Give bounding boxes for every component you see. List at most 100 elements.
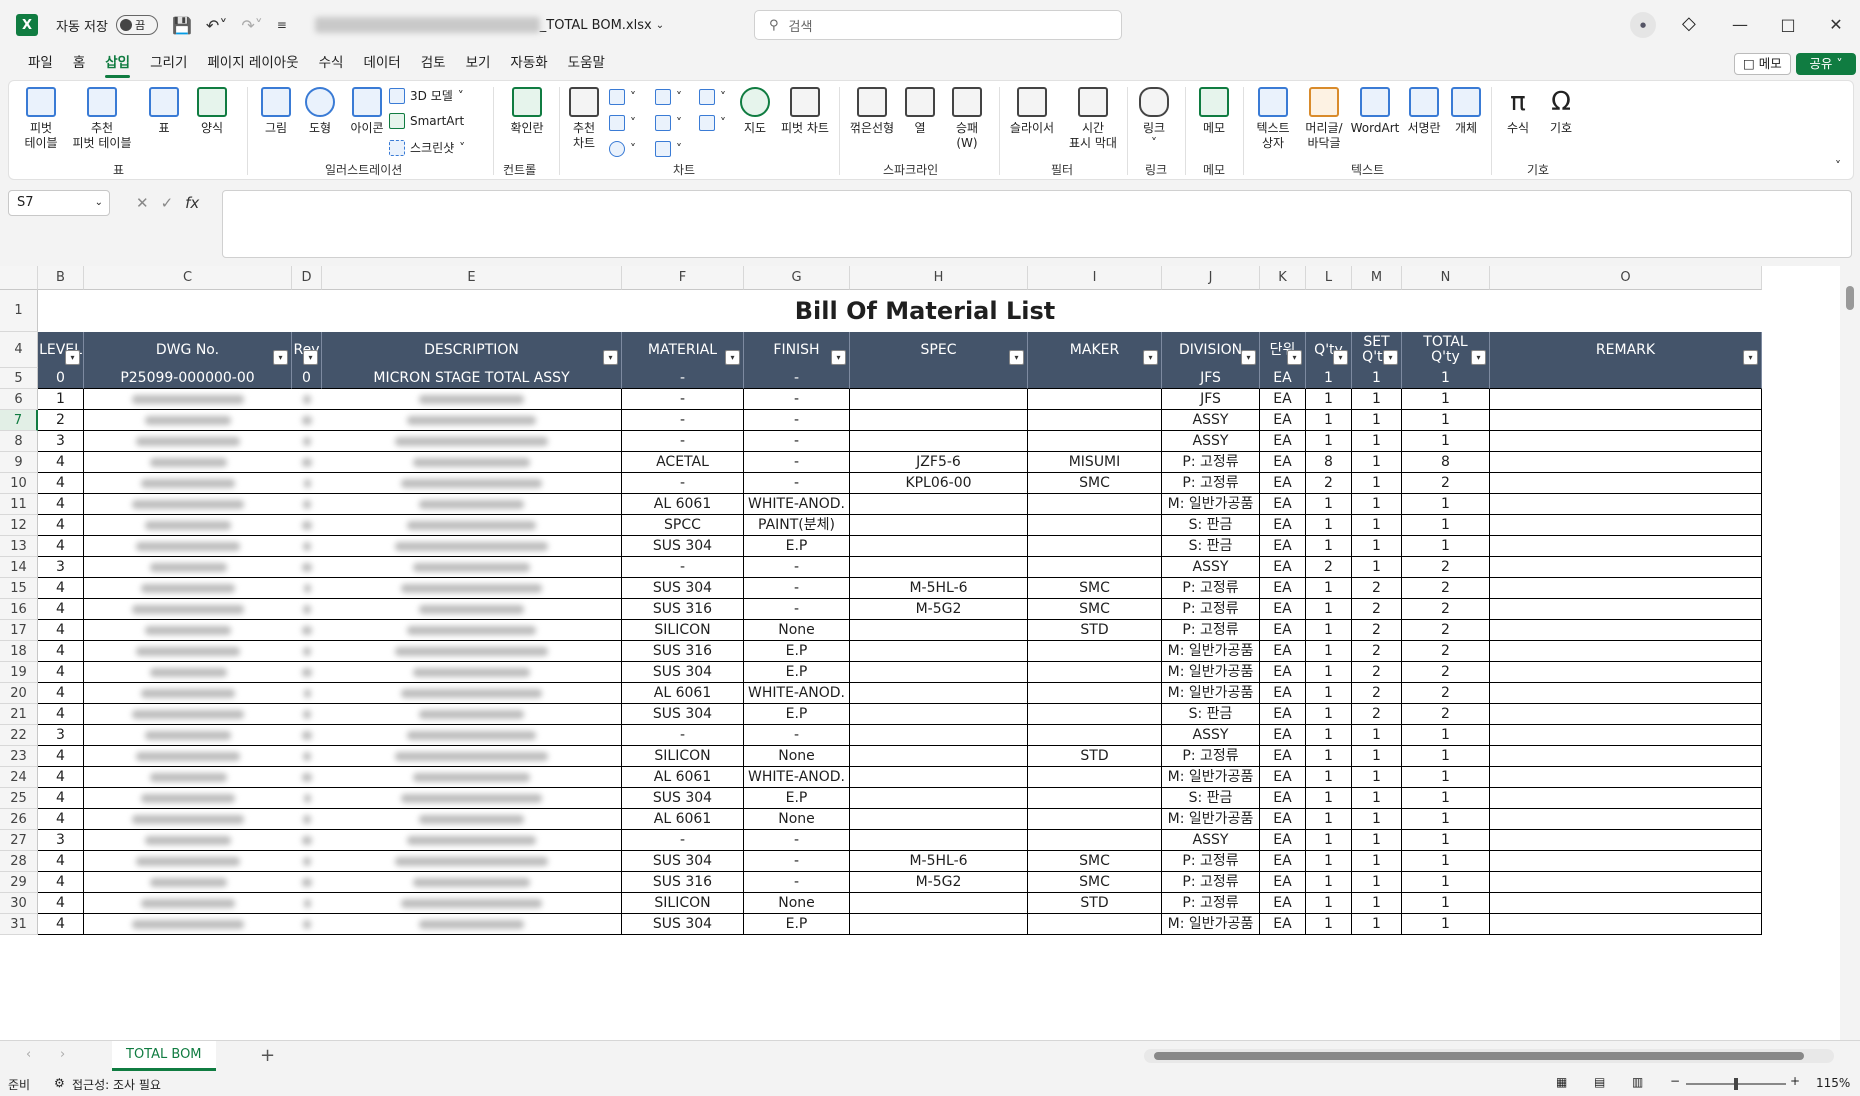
cell-maker[interactable] <box>1028 725 1162 746</box>
cell-level[interactable]: 4 <box>38 620 84 641</box>
cell-level[interactable]: 4 <box>38 746 84 767</box>
cell-spec[interactable] <box>850 830 1028 851</box>
column-header[interactable]: F <box>622 266 744 290</box>
cell-unit[interactable]: EA <box>1260 872 1306 893</box>
filter-dropdown-icon[interactable]: ▾ <box>65 350 80 365</box>
cell-total[interactable]: 1 <box>1402 515 1490 536</box>
cell-qty[interactable]: 1 <box>1306 368 1352 389</box>
cell-finish[interactable]: - <box>744 368 850 389</box>
combo-chart-button[interactable]: ˅ <box>699 115 726 131</box>
cell-spec[interactable] <box>850 809 1028 830</box>
cell-dwg[interactable] <box>84 830 292 851</box>
avatar[interactable]: ● <box>1630 12 1656 38</box>
cell-remark[interactable] <box>1490 599 1762 620</box>
cell-material[interactable]: SILICON <box>622 893 744 914</box>
cell-unit[interactable]: EA <box>1260 662 1306 683</box>
forms-button[interactable]: 양식 <box>191 87 233 136</box>
accessibility-status[interactable]: 접근성: 조사 필요 <box>72 1076 161 1093</box>
cell-spec[interactable]: JZF5-6 <box>850 452 1028 473</box>
cell-dwg[interactable] <box>84 872 292 893</box>
minimize-icon[interactable]: — <box>1716 15 1764 34</box>
cell-total[interactable]: 2 <box>1402 662 1490 683</box>
cell-maker[interactable] <box>1028 830 1162 851</box>
header-footer-button[interactable]: 머리글/ 바닥글 <box>1299 87 1349 151</box>
row-header[interactable]: 13 <box>0 536 38 557</box>
cell-material[interactable]: - <box>622 431 744 452</box>
cell-unit[interactable]: EA <box>1260 389 1306 410</box>
cell-unit[interactable]: EA <box>1260 557 1306 578</box>
cell-rev[interactable] <box>292 683 322 704</box>
cell-maker[interactable] <box>1028 704 1162 725</box>
cell-qty[interactable]: 1 <box>1306 893 1352 914</box>
row-header[interactable]: 6 <box>0 389 38 410</box>
cell-rev[interactable] <box>292 557 322 578</box>
cell-remark[interactable] <box>1490 410 1762 431</box>
cell-spec[interactable] <box>850 893 1028 914</box>
cell-set[interactable]: 1 <box>1352 515 1402 536</box>
filter-dropdown-icon[interactable]: ▾ <box>1743 350 1758 365</box>
cancel-icon[interactable]: ✕ <box>136 194 149 212</box>
cell-level[interactable]: 2 <box>38 410 84 431</box>
cell-division[interactable]: S: 판금 <box>1162 536 1260 557</box>
row-header[interactable]: 22 <box>0 725 38 746</box>
cell-division[interactable]: M: 일반가공품 <box>1162 809 1260 830</box>
cell-level[interactable]: 4 <box>38 536 84 557</box>
cell-desc[interactable] <box>322 767 622 788</box>
tab-page-layout[interactable]: 페이지 레이아웃 <box>197 50 308 78</box>
row-header[interactable]: 10 <box>0 473 38 494</box>
cell-rev[interactable] <box>292 788 322 809</box>
screenshot-button[interactable]: 스크린샷 ˅ <box>389 139 465 156</box>
cell-spec[interactable] <box>850 683 1028 704</box>
cell-total[interactable]: 1 <box>1402 767 1490 788</box>
cell-dwg[interactable] <box>84 431 292 452</box>
cell-dwg[interactable] <box>84 536 292 557</box>
symbol-button[interactable]: Ω 기호 <box>1541 87 1581 136</box>
cell-rev[interactable] <box>292 599 322 620</box>
cell-qty[interactable]: 1 <box>1306 410 1352 431</box>
cell-division[interactable]: P: 고정류 <box>1162 599 1260 620</box>
share-button[interactable]: 공유 ˅ <box>1796 53 1856 75</box>
cell-finish[interactable]: - <box>744 410 850 431</box>
cell-spec[interactable] <box>850 725 1028 746</box>
cell-desc[interactable] <box>322 914 622 935</box>
cell-finish[interactable]: - <box>744 389 850 410</box>
cell-remark[interactable] <box>1490 767 1762 788</box>
cell-division[interactable]: S: 판금 <box>1162 515 1260 536</box>
cell-unit[interactable]: EA <box>1260 725 1306 746</box>
cell-material[interactable]: - <box>622 557 744 578</box>
cell-material[interactable]: AL 6061 <box>622 494 744 515</box>
cell-level[interactable]: 4 <box>38 452 84 473</box>
cell-finish[interactable]: - <box>744 452 850 473</box>
tab-home[interactable]: 홈 <box>63 50 95 78</box>
cell-dwg[interactable] <box>84 473 292 494</box>
cell-material[interactable]: SUS 316 <box>622 641 744 662</box>
line-chart-button[interactable]: ˅ <box>609 115 636 131</box>
cell-qty[interactable]: 1 <box>1306 536 1352 557</box>
slicer-button[interactable]: 슬라이서 <box>1003 87 1061 136</box>
cell-division[interactable]: P: 고정류 <box>1162 851 1260 872</box>
cell-remark[interactable] <box>1490 515 1762 536</box>
undo-icon[interactable]: ↶˅ <box>206 16 227 35</box>
cell-total[interactable]: 2 <box>1402 620 1490 641</box>
next-sheet-icon[interactable]: › <box>60 1047 65 1062</box>
cell-set[interactable]: 1 <box>1352 452 1402 473</box>
cell-total[interactable]: 1 <box>1402 830 1490 851</box>
cell-finish[interactable]: - <box>744 851 850 872</box>
cell-spec[interactable] <box>850 536 1028 557</box>
cell-finish[interactable]: - <box>744 557 850 578</box>
column-header[interactable]: B <box>38 266 84 290</box>
cell-rev[interactable] <box>292 410 322 431</box>
cell-rev[interactable] <box>292 704 322 725</box>
column-chart-button[interactable]: ˅ <box>609 89 636 105</box>
pictures-button[interactable]: 그림 <box>255 87 297 136</box>
equation-button[interactable]: π 수식 <box>1497 87 1539 136</box>
cell-set[interactable]: 1 <box>1352 725 1402 746</box>
row-header[interactable]: 16 <box>0 599 38 620</box>
cell-dwg[interactable] <box>84 578 292 599</box>
cell-remark[interactable] <box>1490 578 1762 599</box>
cell-unit[interactable]: EA <box>1260 515 1306 536</box>
cell-total[interactable]: 1 <box>1402 725 1490 746</box>
row-header[interactable]: 7 <box>0 410 38 431</box>
tab-help[interactable]: 도움말 <box>558 50 615 78</box>
cell-qty[interactable]: 1 <box>1306 725 1352 746</box>
